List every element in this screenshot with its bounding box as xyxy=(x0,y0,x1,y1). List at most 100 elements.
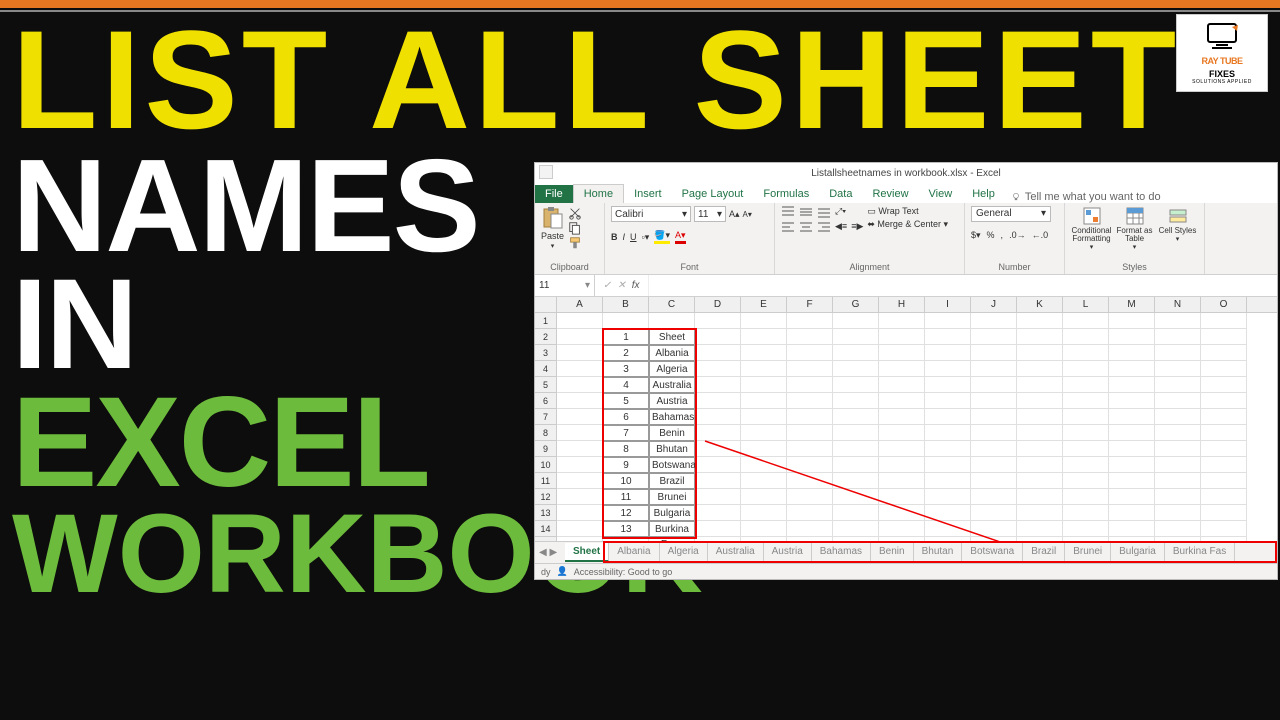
cell[interactable] xyxy=(833,329,879,345)
cell[interactable] xyxy=(1109,425,1155,441)
cell[interactable] xyxy=(787,329,833,345)
cells-area[interactable]: 1Sheet2Albania3Algeria4Australia5Austria… xyxy=(557,313,1277,541)
cell[interactable] xyxy=(1017,345,1063,361)
cell[interactable] xyxy=(557,505,603,521)
column-header[interactable]: E xyxy=(741,297,787,312)
column-header[interactable]: G xyxy=(833,297,879,312)
cell[interactable] xyxy=(971,313,1017,329)
cell[interactable] xyxy=(1063,329,1109,345)
cell[interactable] xyxy=(971,505,1017,521)
increase-decimal-icon[interactable]: .0→ xyxy=(1009,230,1026,241)
cell[interactable] xyxy=(833,473,879,489)
cell[interactable] xyxy=(787,489,833,505)
fx-area[interactable]: ✓✕fx xyxy=(595,275,649,296)
cell[interactable] xyxy=(787,457,833,473)
sheet-tab[interactable]: Sheet xyxy=(565,543,609,562)
cell[interactable] xyxy=(1155,489,1201,505)
cell[interactable] xyxy=(1109,361,1155,377)
cell[interactable] xyxy=(1155,329,1201,345)
cell[interactable] xyxy=(695,505,741,521)
cell[interactable] xyxy=(971,521,1017,537)
tab-review[interactable]: Review xyxy=(862,185,918,203)
percent-format-icon[interactable]: % xyxy=(987,230,995,241)
cell[interactable] xyxy=(925,521,971,537)
decrease-font-icon[interactable]: A▾ xyxy=(743,210,752,219)
cell[interactable] xyxy=(1017,473,1063,489)
column-header[interactable]: B xyxy=(603,297,649,312)
cell[interactable] xyxy=(649,313,695,329)
tab-data[interactable]: Data xyxy=(819,185,862,203)
cell[interactable] xyxy=(1017,441,1063,457)
cell[interactable]: Brazil xyxy=(649,473,695,489)
cell[interactable] xyxy=(925,345,971,361)
cell[interactable] xyxy=(1017,489,1063,505)
orientation-icon[interactable]: ⤢▾ xyxy=(835,206,846,218)
bold-button[interactable]: B xyxy=(611,232,618,242)
cell[interactable] xyxy=(1063,409,1109,425)
cell[interactable] xyxy=(557,521,603,537)
cell[interactable] xyxy=(971,393,1017,409)
number-format-select[interactable]: General▾ xyxy=(971,206,1051,222)
sheet-tab[interactable]: Benin xyxy=(871,543,914,562)
cell[interactable] xyxy=(1155,457,1201,473)
name-box[interactable]: 11▾ xyxy=(535,275,595,296)
cell[interactable]: Bahamas xyxy=(649,409,695,425)
cell[interactable] xyxy=(557,313,603,329)
cell[interactable] xyxy=(879,345,925,361)
row-header[interactable]: 8 xyxy=(535,425,556,441)
cell[interactable] xyxy=(879,457,925,473)
cell[interactable] xyxy=(1109,441,1155,457)
cell[interactable] xyxy=(557,393,603,409)
column-header[interactable]: O xyxy=(1201,297,1247,312)
column-header[interactable]: N xyxy=(1155,297,1201,312)
cell[interactable] xyxy=(879,441,925,457)
align-top-icon[interactable] xyxy=(781,206,795,218)
cell[interactable] xyxy=(1155,345,1201,361)
cell[interactable] xyxy=(787,313,833,329)
sheet-tab[interactable]: Botswana xyxy=(962,543,1023,562)
cell[interactable] xyxy=(787,377,833,393)
format-painter-icon[interactable] xyxy=(568,236,582,250)
cell[interactable]: 12 xyxy=(603,505,649,521)
tab-insert[interactable]: Insert xyxy=(624,185,672,203)
cell[interactable] xyxy=(787,425,833,441)
sheet-tab[interactable]: Burkina Fas xyxy=(1165,543,1235,562)
cell[interactable]: Brunei xyxy=(649,489,695,505)
tab-help[interactable]: Help xyxy=(962,185,1005,203)
cell[interactable] xyxy=(741,425,787,441)
merge-center-button[interactable]: ⬌ Merge & Center ▾ xyxy=(867,219,948,230)
cell[interactable] xyxy=(695,409,741,425)
sheet-tab[interactable]: Austria xyxy=(764,543,812,562)
column-header[interactable]: C xyxy=(649,297,695,312)
cell[interactable] xyxy=(879,313,925,329)
cell[interactable] xyxy=(1017,377,1063,393)
row-header[interactable]: 1 xyxy=(535,313,556,329)
spreadsheet-grid[interactable]: ABCDEFGHIJKLMNO 123456789101112131415 1S… xyxy=(535,297,1277,541)
cell[interactable] xyxy=(833,441,879,457)
increase-font-icon[interactable]: A▴ xyxy=(729,209,740,220)
sheet-tab[interactable]: Brazil xyxy=(1023,543,1065,562)
font-color-icon[interactable]: A▾ xyxy=(675,230,686,244)
cell[interactable] xyxy=(557,345,603,361)
cell[interactable] xyxy=(1201,505,1247,521)
column-header[interactable]: J xyxy=(971,297,1017,312)
cell[interactable] xyxy=(1017,521,1063,537)
cell[interactable] xyxy=(1155,393,1201,409)
cell[interactable] xyxy=(1017,409,1063,425)
cell[interactable] xyxy=(787,473,833,489)
cell[interactable]: Austria xyxy=(649,393,695,409)
cell[interactable] xyxy=(787,409,833,425)
cell[interactable] xyxy=(1017,457,1063,473)
cut-icon[interactable] xyxy=(568,206,582,220)
column-header[interactable]: A xyxy=(557,297,603,312)
copy-icon[interactable] xyxy=(568,221,582,235)
cell[interactable] xyxy=(971,345,1017,361)
cell[interactable] xyxy=(1201,521,1247,537)
cell[interactable] xyxy=(741,377,787,393)
cell[interactable] xyxy=(925,377,971,393)
cell[interactable] xyxy=(741,329,787,345)
select-all-corner[interactable] xyxy=(535,297,557,312)
cell[interactable] xyxy=(833,409,879,425)
row-header[interactable]: 4 xyxy=(535,361,556,377)
cell[interactable] xyxy=(833,313,879,329)
